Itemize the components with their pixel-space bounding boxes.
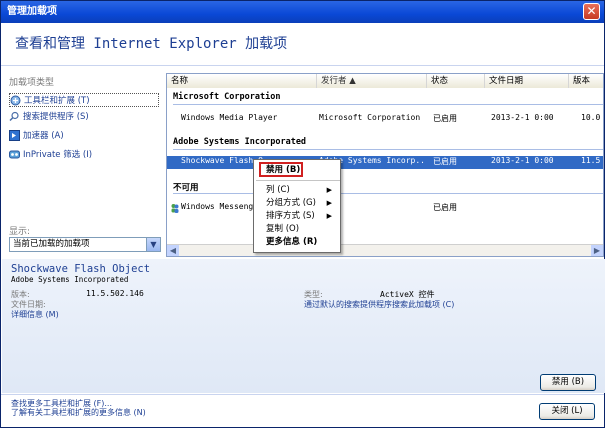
- column-header-version[interactable]: 版本: [569, 74, 603, 88]
- addon-list[interactable]: 名称 发行者 ▲ 状态 文件日期 版本 Microsoft Corporatio…: [166, 73, 604, 257]
- details-search-link[interactable]: 通过默认的搜索提供程序搜索此加载项 (C): [304, 299, 454, 310]
- row-version: 11.5: [581, 156, 601, 165]
- close-icon: ✕: [586, 4, 597, 18]
- addon-type-label-text: 工具栏和扩展 (T): [24, 96, 90, 106]
- addon-type-label-text: 搜索提供程序 (S): [23, 112, 89, 122]
- menu-item-label: 排序方式 (S): [266, 211, 315, 221]
- menu-item-more-info[interactable]: 更多信息 (R): [266, 236, 317, 248]
- addon-type-label-text: 加速器 (A): [23, 131, 64, 141]
- column-header-date[interactable]: 文件日期: [485, 74, 569, 88]
- details-publisher: Adobe Systems Incorporated: [11, 275, 129, 284]
- chevron-down-icon[interactable]: ▼: [146, 238, 160, 251]
- addon-type-label-text: InPrivate 筛选 (I): [23, 150, 93, 160]
- submenu-arrow-icon: ▶: [326, 186, 332, 194]
- column-header-name[interactable]: 名称: [167, 74, 317, 88]
- scroll-left-icon[interactable]: ◀: [167, 245, 179, 256]
- show-label: 显示:: [9, 227, 31, 237]
- inprivate-icon: [9, 150, 20, 158]
- details-more-info-link[interactable]: 详细信息 (M): [11, 309, 59, 320]
- page-title: 查看和管理 Internet Explorer 加载项: [15, 36, 288, 52]
- row-date: 2013-2-1 0:00: [491, 156, 554, 165]
- group-divider: [173, 104, 603, 105]
- menu-item-label: 分组方式 (G): [266, 198, 316, 208]
- close-button[interactable]: 关闭 (L): [539, 403, 595, 420]
- row-date: 2013-2-1 0:00: [491, 113, 554, 122]
- close-window-button[interactable]: ✕: [583, 3, 600, 20]
- row-status: 已启用: [433, 114, 457, 123]
- details-version-value: 11.5.502.146: [86, 289, 144, 298]
- menu-item-sort-by[interactable]: 排序方式 (S): [266, 210, 315, 222]
- row-publisher: Microsoft Corporation: [319, 113, 421, 122]
- menu-item-label: 列 (C): [266, 185, 290, 195]
- menu-item-group-by[interactable]: 分组方式 (G): [266, 197, 316, 209]
- accelerator-icon: [9, 129, 20, 141]
- horizontal-scrollbar[interactable]: ◀ ▶: [167, 244, 603, 256]
- toolbar-icon: [10, 95, 21, 105]
- group-divider: [173, 149, 603, 150]
- details-pane: Shockwave Flash Object Adobe Systems Inc…: [2, 259, 605, 393]
- search-icon: [9, 111, 19, 121]
- messenger-icon: [171, 204, 179, 213]
- title-bar[interactable]: 管理加载项 ✕: [1, 1, 604, 23]
- submenu-arrow-icon: ▶: [326, 212, 332, 220]
- window-title: 管理加载项: [7, 6, 57, 17]
- addon-type-panel: 加载项类型 工具栏和扩展 (T) 搜索提供程序 (S) 加速器 (A) InPr…: [9, 73, 161, 255]
- row-status: 已启用: [433, 203, 457, 212]
- header-divider: [1, 65, 604, 66]
- show-filter-select[interactable]: 当前已加载的加载项 ▼: [9, 237, 161, 252]
- addon-type-accelerators[interactable]: 加速器 (A): [9, 128, 159, 142]
- disable-button[interactable]: 禁用 (B): [540, 374, 596, 391]
- scroll-right-icon[interactable]: ▶: [591, 245, 603, 256]
- row-version: 10.0: [581, 113, 601, 122]
- group-header: Microsoft Corporation: [173, 92, 281, 102]
- addon-type-inprivate[interactable]: InPrivate 筛选 (I): [9, 147, 159, 161]
- manage-addons-window: 管理加载项 ✕ 查看和管理 Internet Explorer 加载项 加载项类…: [0, 0, 605, 428]
- column-header-publisher[interactable]: 发行者 ▲: [317, 74, 427, 88]
- menu-item-copy[interactable]: 复制 (O): [266, 223, 299, 235]
- table-row[interactable]: Windows Media Player Microsoft Corporati…: [167, 113, 603, 126]
- learn-more-toolbars-link[interactable]: 了解有关工具栏和扩展的更多信息 (N): [11, 407, 146, 418]
- table-row-selected[interactable]: Shockwave Flash O... Adobe Systems Incor…: [167, 156, 603, 169]
- context-menu: 禁用 (B) 列 (C) ▶ 分组方式 (G) ▶ 排序方式 (S) ▶ 复制 …: [253, 159, 341, 253]
- menu-item-disable[interactable]: 禁用 (B): [266, 164, 300, 176]
- show-filter-value: 当前已加载的加载项: [13, 239, 90, 249]
- group-header: Adobe Systems Incorporated: [173, 137, 307, 147]
- column-header-status[interactable]: 状态: [427, 74, 485, 88]
- addon-type-toolbars[interactable]: 工具栏和扩展 (T): [9, 93, 159, 107]
- details-addon-name: Shockwave Flash Object: [11, 263, 151, 275]
- addon-type-search-providers[interactable]: 搜索提供程序 (S): [9, 109, 159, 123]
- table-row[interactable]: Windows Messenger 已启用: [167, 202, 603, 215]
- addon-type-label: 加载项类型: [9, 78, 55, 88]
- row-status: 已启用: [433, 157, 457, 166]
- menu-item-columns[interactable]: 列 (C): [266, 184, 290, 196]
- group-header: 不可用: [173, 183, 199, 193]
- footer-divider: [1, 394, 604, 395]
- submenu-arrow-icon: ▶: [326, 199, 332, 207]
- row-name: Windows Media Player: [181, 113, 278, 122]
- menu-separator: [256, 180, 340, 181]
- group-divider: [173, 193, 603, 194]
